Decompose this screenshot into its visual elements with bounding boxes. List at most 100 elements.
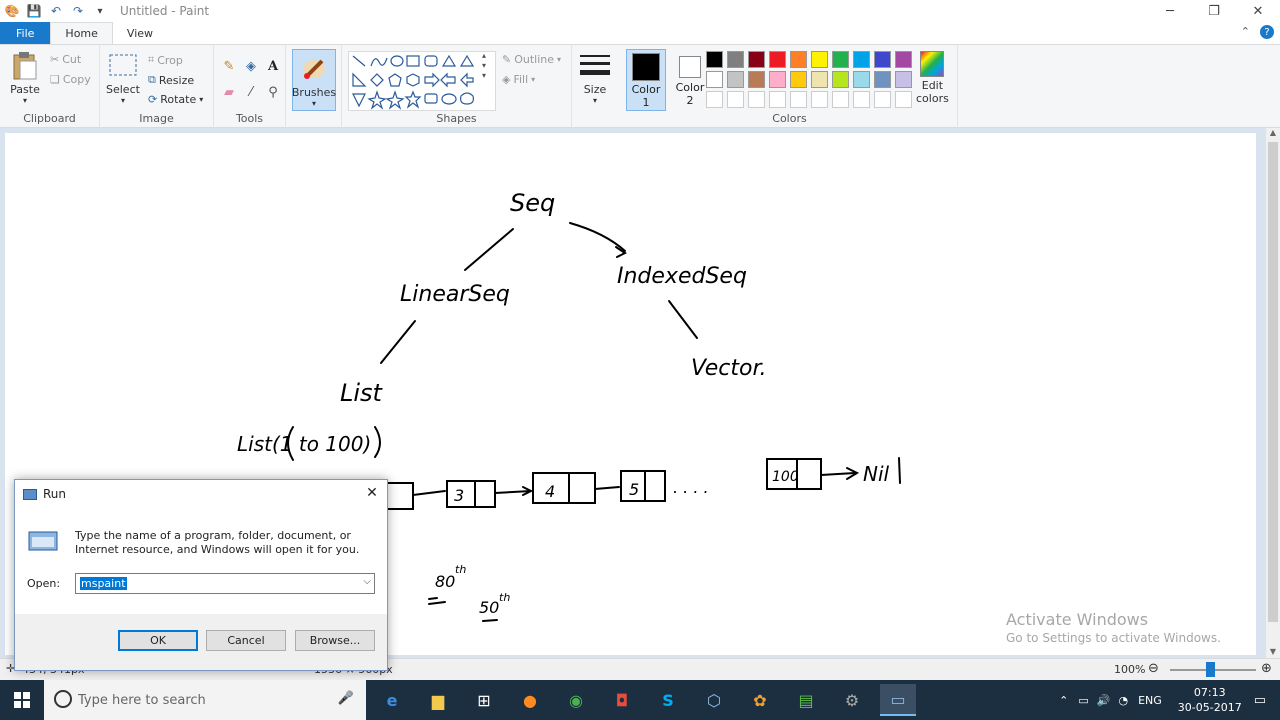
custom-color-slot[interactable]	[727, 91, 744, 108]
palette-swatch[interactable]	[727, 71, 744, 88]
size-button[interactable]: Size ▾	[580, 51, 610, 105]
palette-swatch[interactable]	[811, 51, 828, 68]
palette-swatch[interactable]	[769, 71, 786, 88]
restore-icon[interactable]: ❐	[1192, 0, 1236, 22]
run-close-icon[interactable]: ✕	[361, 483, 383, 503]
save-icon[interactable]: 💾	[26, 3, 42, 19]
paint-taskbar-icon[interactable]: ▭	[880, 684, 916, 716]
start-button[interactable]	[0, 680, 44, 720]
cancel-button[interactable]: Cancel	[206, 630, 286, 651]
help-icon[interactable]: ?	[1260, 25, 1274, 39]
tab-file[interactable]: File	[0, 22, 51, 44]
palette-swatch[interactable]	[748, 71, 765, 88]
taskbar-search[interactable]: Type here to search 🎤	[44, 680, 366, 720]
redo-icon[interactable]: ↷	[70, 3, 86, 19]
paste-button[interactable]: Paste ▾	[10, 51, 40, 105]
palette-swatch[interactable]	[769, 51, 786, 68]
shapes-scroll[interactable]: ▴ ▾ ▾	[482, 51, 486, 81]
custom-color-slot[interactable]	[874, 91, 891, 108]
chrome-icon[interactable]: ◉	[560, 684, 592, 716]
zoom-in-icon[interactable]: ⊕	[1261, 661, 1272, 676]
copy-button[interactable]: ❏ Copy	[50, 73, 91, 86]
select-button[interactable]: Select ▾	[106, 51, 140, 105]
network-icon[interactable]: ◔	[1118, 694, 1128, 707]
palette-swatch[interactable]	[853, 71, 870, 88]
pencil-icon[interactable]: ✎	[220, 57, 238, 75]
open-input[interactable]: mspaint ⌵	[75, 573, 375, 594]
edit-colors-button[interactable]: Edit colors	[916, 51, 949, 105]
palette-swatch[interactable]	[832, 71, 849, 88]
edge-icon[interactable]: e	[376, 684, 408, 716]
custom-color-slot[interactable]	[811, 91, 828, 108]
palette-swatch[interactable]	[727, 51, 744, 68]
tools-app-icon[interactable]: ⚙	[836, 684, 868, 716]
palette-swatch[interactable]	[874, 51, 891, 68]
palette-swatch[interactable]	[706, 71, 723, 88]
eraser-icon[interactable]: ▰	[220, 83, 238, 101]
custom-color-slot[interactable]	[895, 91, 912, 108]
tab-view[interactable]: View	[113, 22, 167, 44]
resize-button[interactable]: ⧉ Resize	[148, 73, 194, 87]
action-center-icon[interactable]: ▭	[1254, 693, 1266, 708]
crop-button[interactable]: ⌗ Crop	[148, 53, 183, 67]
palette-swatch[interactable]	[832, 51, 849, 68]
clock[interactable]: 07:13 30-05-2017	[1178, 685, 1242, 715]
palette-swatch[interactable]	[790, 71, 807, 88]
battery-icon[interactable]: ▭	[1078, 694, 1088, 707]
fill-button[interactable]: ◈ Fill ▾	[502, 73, 535, 86]
custom-color-slot[interactable]	[769, 91, 786, 108]
custom-color-slot[interactable]	[706, 91, 723, 108]
store-icon[interactable]: ⊞	[468, 684, 500, 716]
minimize-icon[interactable]: ─	[1148, 0, 1192, 22]
volume-icon[interactable]: 🔊	[1097, 694, 1111, 707]
color-picker-icon[interactable]: ⁄	[242, 83, 260, 101]
palette-swatch[interactable]	[895, 71, 912, 88]
close-icon[interactable]: ✕	[1236, 0, 1280, 22]
flower-app-icon[interactable]: ✿	[744, 684, 776, 716]
file-explorer-icon[interactable]: ▆	[422, 684, 454, 716]
spreadsheet-icon[interactable]: ▤	[790, 684, 822, 716]
skype-icon[interactable]: S	[652, 684, 684, 716]
shapes-gallery[interactable]	[348, 51, 496, 111]
text-icon[interactable]: A	[264, 57, 282, 75]
undo-icon[interactable]: ↶	[48, 3, 64, 19]
scroll-up-icon[interactable]: ▲	[1266, 128, 1280, 137]
palette-swatch[interactable]	[748, 51, 765, 68]
custom-color-slot[interactable]	[748, 91, 765, 108]
tab-home[interactable]: Home	[50, 22, 113, 44]
color2-button[interactable]: Color 2	[670, 49, 710, 111]
outline-button[interactable]: ✎ Outline ▾	[502, 53, 561, 66]
palette-swatch[interactable]	[853, 51, 870, 68]
palette-swatch[interactable]	[790, 51, 807, 68]
palette-swatch[interactable]	[706, 51, 723, 68]
collapse-ribbon-icon[interactable]: ⌃	[1241, 25, 1250, 39]
ok-button[interactable]: OK	[118, 630, 198, 651]
color1-button[interactable]: Color 1	[626, 49, 666, 111]
language-indicator[interactable]: ENG	[1138, 694, 1162, 707]
vertical-scrollbar[interactable]: ▲ ▼	[1266, 128, 1280, 658]
scroll-thumb[interactable]	[1268, 142, 1278, 622]
title-bar: 🎨 💾 ↶ ↷ ▾ Untitled - Paint ─ ❐ ✕	[0, 0, 1280, 22]
palette-swatch[interactable]	[874, 71, 891, 88]
browse-button[interactable]: Browse...	[295, 630, 375, 651]
zoom-out-icon[interactable]: ⊖	[1148, 661, 1159, 676]
firefox-icon[interactable]: ●	[514, 684, 546, 716]
custom-color-slot[interactable]	[853, 91, 870, 108]
magnifier-icon[interactable]: ⚲	[264, 83, 282, 101]
brushes-button[interactable]: Brushes ▾	[292, 49, 336, 111]
custom-color-slot[interactable]	[832, 91, 849, 108]
media-app-icon[interactable]: ◘	[606, 684, 638, 716]
scroll-down-icon[interactable]: ▼	[1266, 647, 1280, 656]
palette-swatch[interactable]	[811, 71, 828, 88]
palette-swatch[interactable]	[895, 51, 912, 68]
custom-color-slot[interactable]	[790, 91, 807, 108]
virtualbox-icon[interactable]: ⬡	[698, 684, 730, 716]
tray-overflow-icon[interactable]: ⌃	[1059, 694, 1068, 707]
chevron-down-icon[interactable]: ⌵	[363, 576, 371, 587]
zoom-slider-thumb[interactable]	[1206, 662, 1215, 677]
customize-quick-access-icon[interactable]: ▾	[92, 3, 108, 19]
rotate-button[interactable]: ⟳ Rotate ▾	[148, 93, 203, 106]
microphone-icon[interactable]: 🎤	[338, 691, 354, 706]
cut-button[interactable]: ✂ Cut	[50, 53, 81, 66]
fill-bucket-icon[interactable]: ◈	[242, 57, 260, 75]
